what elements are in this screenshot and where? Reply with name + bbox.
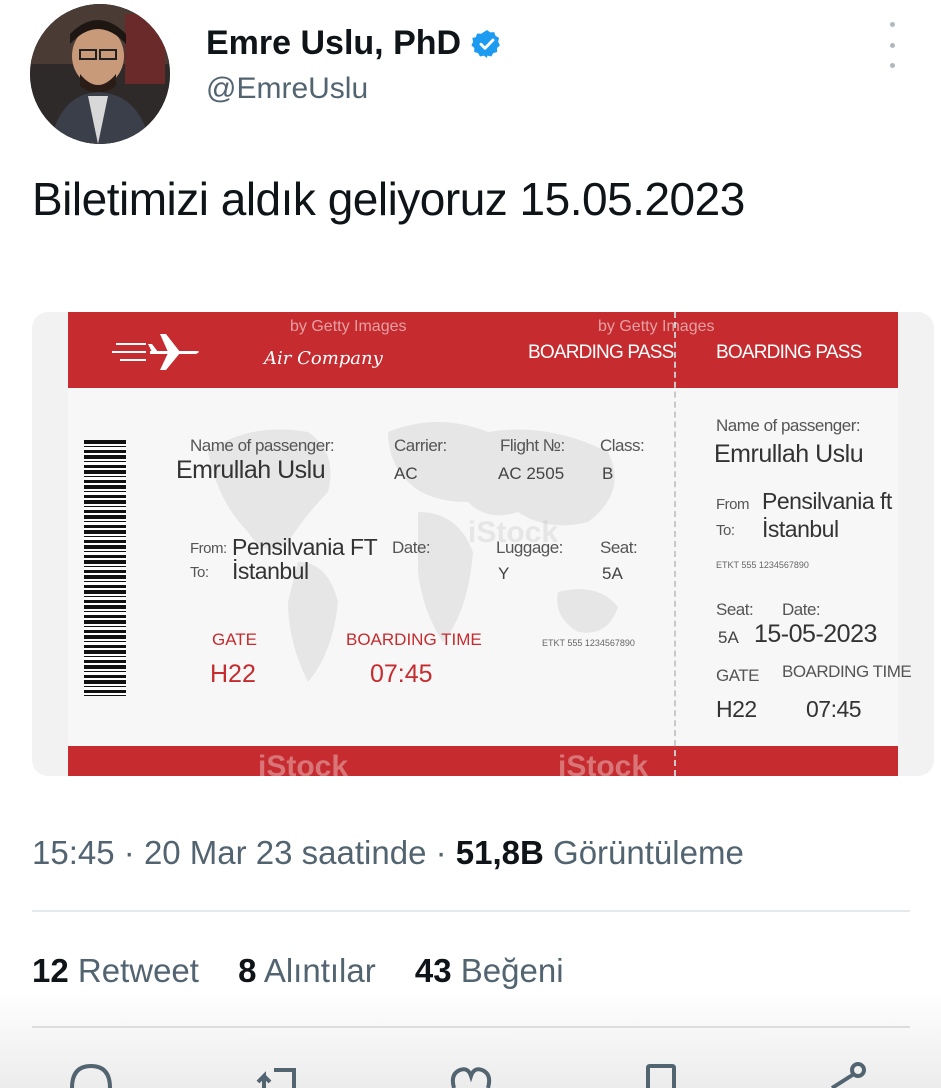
from-value: Pensilvania FT <box>232 534 378 560</box>
tweet-time[interactable]: 15:45 <box>32 834 115 871</box>
stub-date-label: Date: <box>782 600 821 619</box>
stub-gate-label: GATE <box>716 666 760 685</box>
class-label: Class: <box>600 436 645 455</box>
luggage-value: Y <box>498 564 510 583</box>
barcode <box>84 440 126 696</box>
boarding-pass-stub-label: BOARDING PASS <box>716 342 862 363</box>
stub-from-value: Pensilvania ft <box>762 488 892 514</box>
boarding-pass: Air Company by Getty Images by Getty Ima… <box>68 312 912 776</box>
stub-seat-label: Seat: <box>716 600 754 619</box>
watermark: iStock <box>468 516 559 549</box>
stub-passenger-name: Emrullah Uslu <box>714 440 864 468</box>
retweet-icon[interactable] <box>254 1056 304 1088</box>
reply-icon[interactable] <box>66 1056 116 1088</box>
tweet-text: Biletimizi aldık geliyoruz 15.05.2023 <box>32 173 745 225</box>
watermark: iStock <box>558 750 649 776</box>
more-options-icon[interactable] <box>880 22 904 68</box>
quotes-count: 8 <box>238 952 257 989</box>
watermark: by Getty Images <box>290 318 407 335</box>
boarding-time-value: 07:45 <box>370 660 433 688</box>
author-name[interactable]: Emre Uslu, PhD <box>206 24 503 63</box>
meta-separator: · <box>123 834 144 871</box>
retweets-stat[interactable]: 12 Retweet <box>32 952 199 989</box>
stub-gate-value: H22 <box>716 696 757 722</box>
share-icon[interactable] <box>822 1056 872 1088</box>
quotes-label: Alıntılar <box>263 952 376 989</box>
boarding-pass-label: BOARDING PASS <box>528 342 674 363</box>
divider <box>32 1026 910 1028</box>
likes-label: Beğeni <box>460 952 564 989</box>
tweet-meta: 15:45 · 20 Mar 23 saatinde · 51,8B Görün… <box>32 834 744 872</box>
date-label: Date: <box>392 538 431 557</box>
avatar[interactable] <box>30 4 170 144</box>
stub-to-value: İstanbul <box>762 516 839 542</box>
gate-value: H22 <box>210 660 256 688</box>
passenger-name-label: Name of passenger: <box>190 436 335 455</box>
from-label: From: <box>190 540 227 557</box>
stub-boarding-time-label: BOARDING TIME <box>782 662 912 681</box>
plane-icon <box>112 334 199 370</box>
flight-value: AC 2505 <box>498 464 565 483</box>
stub-passenger-name-label: Name of passenger: <box>716 416 861 435</box>
display-name[interactable]: Emre Uslu, PhD <box>206 24 461 63</box>
class-value: B <box>602 464 614 483</box>
stub-from-label: From <box>716 496 750 513</box>
likes-stat[interactable]: 43 Beğeni <box>415 952 564 989</box>
meta-separator: · <box>435 834 456 871</box>
ticket-perforation <box>674 312 678 776</box>
gate-label: GATE <box>212 630 258 649</box>
views-count: 51,8B <box>455 834 544 871</box>
quotes-stat[interactable]: 8 Alıntılar <box>238 952 376 989</box>
tweet-stats: 12 Retweet 8 Alıntılar 43 Beğeni <box>32 952 594 990</box>
views-label: Görüntüleme <box>553 834 744 871</box>
action-bar <box>0 1056 941 1088</box>
stub-to-label: To: <box>716 522 735 539</box>
to-label: To: <box>190 564 209 581</box>
carrier-label: Carrier: <box>394 436 447 455</box>
passenger-name: Emrullah Uslu <box>176 456 326 484</box>
tweet-media-image[interactable]: Air Company by Getty Images by Getty Ima… <box>32 312 934 776</box>
flight-label: Flight №: <box>500 436 565 455</box>
retweets-count: 12 <box>32 952 69 989</box>
watermark: by Getty Images <box>598 318 715 335</box>
bookmark-icon[interactable] <box>636 1056 686 1088</box>
boarding-time-label: BOARDING TIME <box>346 630 482 649</box>
to-value: İstanbul <box>232 558 309 584</box>
verified-badge-icon <box>471 28 503 60</box>
carrier-value: AC <box>394 464 418 483</box>
etkt-number: ETKT 555 1234567890 <box>542 638 635 648</box>
seat-value: 5A <box>602 564 623 583</box>
retweets-label: Retweet <box>77 952 199 989</box>
stub-boarding-time-value: 07:45 <box>806 696 862 722</box>
stub-etkt-number: ETKT 555 1234567890 <box>716 560 809 570</box>
ticket-footer-bar <box>68 746 898 776</box>
author-handle[interactable]: @EmreUslu <box>206 72 368 106</box>
stub-date-value: 15-05-2023 <box>754 620 877 648</box>
tweet-date[interactable]: 20 Mar 23 saatinde <box>144 834 427 871</box>
watermark: iStock <box>258 750 349 776</box>
divider <box>32 910 910 912</box>
airline-name: Air Company <box>264 348 383 369</box>
likes-count: 43 <box>414 952 452 989</box>
stub-seat-value: 5A <box>718 628 739 647</box>
seat-label: Seat: <box>600 538 638 557</box>
like-icon[interactable] <box>446 1056 496 1088</box>
